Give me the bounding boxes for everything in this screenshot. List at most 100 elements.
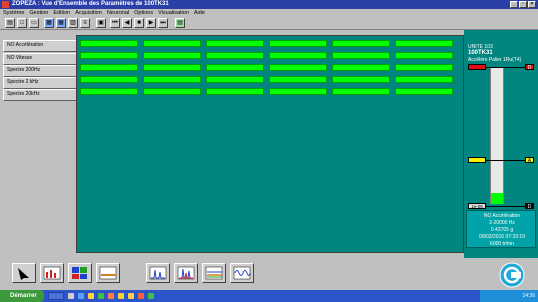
status-bar-r1-c3[interactable]	[206, 40, 264, 47]
sidebar-item-spectre-20khz[interactable]: Spectre 20kHz	[3, 89, 78, 101]
mid-threshold-label: A	[525, 157, 534, 164]
status-bar-r2-c4[interactable]	[269, 52, 327, 59]
sidebar-item-no-vitesse[interactable]: NO Vitesse	[3, 53, 78, 65]
window-icon[interactable]: ▭	[29, 18, 39, 28]
menu-systeme[interactable]: Système	[3, 9, 24, 17]
top-threshold-marker[interactable]	[468, 64, 486, 70]
gauge-fill	[491, 193, 503, 204]
quicklaunch-icon-8[interactable]	[138, 293, 144, 299]
minimize-button[interactable]: _	[510, 1, 518, 8]
status-bar-r3-c4[interactable]	[269, 64, 327, 71]
stop-icon[interactable]: ■	[134, 18, 144, 28]
last-icon[interactable]: ⏭	[158, 18, 168, 28]
status-bar-r5-c4[interactable]	[269, 88, 327, 95]
spectrum-compare-icon	[177, 266, 195, 280]
sidebar-item-no-acceleration[interactable]: NO Accélération	[3, 40, 78, 52]
status-bar-r4-c3[interactable]	[206, 76, 264, 83]
status-bar-r5-c5[interactable]	[332, 88, 390, 95]
chart-icon[interactable]: ▥	[68, 18, 78, 28]
logo-icon	[499, 262, 525, 288]
quicklaunch-icon-6[interactable]	[118, 293, 124, 299]
status-bar-r4-c2[interactable]	[143, 76, 201, 83]
quicklaunch-icon-1[interactable]	[68, 293, 74, 299]
status-bar-r1-c2[interactable]	[143, 40, 201, 47]
maximize-button[interactable]: ▫	[519, 1, 527, 8]
status-bar-r5-c3[interactable]	[206, 88, 264, 95]
status-bar-r3-c3[interactable]	[206, 64, 264, 71]
quicklaunch-icon-9[interactable]	[148, 293, 154, 299]
status-bar-r5-c6[interactable]	[395, 88, 453, 95]
status-bar-r4-c5[interactable]	[332, 76, 390, 83]
status-bar-r3-c2[interactable]	[143, 64, 201, 71]
new-file-icon[interactable]: □	[17, 18, 27, 28]
status-bar-r4-c4[interactable]	[269, 76, 327, 83]
level-gauge	[490, 67, 504, 204]
prev-icon[interactable]: ◀	[122, 18, 132, 28]
spectrum-button[interactable]	[146, 263, 170, 283]
display-icon[interactable]: ▦	[44, 18, 54, 28]
bottom-marker-label: D	[525, 203, 534, 210]
status-bar-r2-c5[interactable]	[332, 52, 390, 59]
status-bar-r2-c1[interactable]	[80, 52, 138, 59]
cursor-tool-button[interactable]	[12, 263, 36, 283]
menu-bar: Système Gestion Edition Acquisition Neur…	[0, 9, 538, 17]
menu-edition[interactable]: Edition	[53, 9, 70, 17]
waveform-icon	[233, 266, 251, 280]
taskbar-app-zopeza[interactable]	[48, 292, 64, 300]
color-map-button[interactable]	[68, 263, 92, 283]
status-bar-r3-c6[interactable]	[395, 64, 453, 71]
quicklaunch-icon-7[interactable]	[128, 293, 134, 299]
mid-threshold-marker[interactable]	[468, 157, 486, 163]
status-bar-r4-c6[interactable]	[395, 76, 453, 83]
top-threshold-label: D	[525, 64, 534, 71]
status-bar-r5-c1[interactable]	[80, 88, 138, 95]
waterfall-button[interactable]	[202, 263, 226, 283]
quicklaunch-icon-2[interactable]	[78, 293, 84, 299]
start-button[interactable]: Démarrer	[0, 290, 44, 302]
color-map-icon	[72, 267, 87, 279]
status-bar-r2-c2[interactable]	[143, 52, 201, 59]
trend-icon	[99, 266, 117, 280]
status-bar-r4-c1[interactable]	[80, 76, 138, 83]
status-bar-r2-c6[interactable]	[395, 52, 453, 59]
status-bar-r1-c1[interactable]	[80, 40, 138, 47]
print-icon[interactable]: ▤	[5, 18, 15, 28]
info-title: NO Accélération	[483, 213, 521, 219]
clock: 14:36	[522, 293, 535, 299]
quicklaunch-icon-5[interactable]	[108, 293, 114, 299]
quicklaunch-icon-4[interactable]	[98, 293, 104, 299]
sidebar-item-spectre-200hz[interactable]: Spectre 200Hz	[3, 65, 78, 77]
trend-button[interactable]	[96, 263, 120, 283]
save-icon[interactable]: ▣	[96, 18, 106, 28]
window-title: ZOPEZA : Vue d'Ensemble des Paramètres d…	[12, 1, 169, 7]
quicklaunch-icon-3[interactable]	[88, 293, 94, 299]
menu-acquisition[interactable]: Acquisition	[75, 9, 102, 17]
menu-aide[interactable]: Aide	[194, 9, 205, 17]
status-bar-r3-c1[interactable]	[80, 64, 138, 71]
info-date: 09/03/2016 07:33:19	[479, 234, 525, 240]
waveform-button[interactable]	[230, 263, 254, 283]
status-bar-r2-c3[interactable]	[206, 52, 264, 59]
status-bar-r5-c2[interactable]	[143, 88, 201, 95]
list-icon[interactable]: ≡	[80, 18, 90, 28]
sidebar: NO Accélération NO Vitesse Spectre 200Hz…	[0, 30, 78, 258]
grid-icon[interactable]: ▦	[56, 18, 66, 28]
export-icon[interactable]: ▤	[175, 18, 185, 28]
close-button[interactable]: ×	[528, 1, 536, 8]
first-icon[interactable]: ⏮	[110, 18, 120, 28]
status-bar-r1-c6[interactable]	[395, 40, 453, 47]
menu-visualisation[interactable]: Visualisation	[158, 9, 189, 17]
status-bar-r3-c5[interactable]	[332, 64, 390, 71]
menu-neuronal[interactable]: Neuronal	[107, 9, 129, 17]
info-box: NO Accélération 2-20000 Hz 0.43705 g 09/…	[466, 210, 536, 248]
menu-gestion[interactable]: Gestion	[29, 9, 48, 17]
status-bar-r1-c5[interactable]	[332, 40, 390, 47]
bar-chart-button[interactable]	[40, 263, 64, 283]
status-bar-r1-c4[interactable]	[269, 40, 327, 47]
sidebar-item-spectre-2khz[interactable]: Spectre 2 kHz	[3, 77, 78, 89]
next-icon[interactable]: ▶	[146, 18, 156, 28]
low-scale-label: 1e-05	[468, 203, 486, 209]
spectrum-compare-button[interactable]	[174, 263, 198, 283]
system-tray: 14:36	[480, 290, 538, 302]
menu-options[interactable]: Options	[134, 9, 153, 17]
